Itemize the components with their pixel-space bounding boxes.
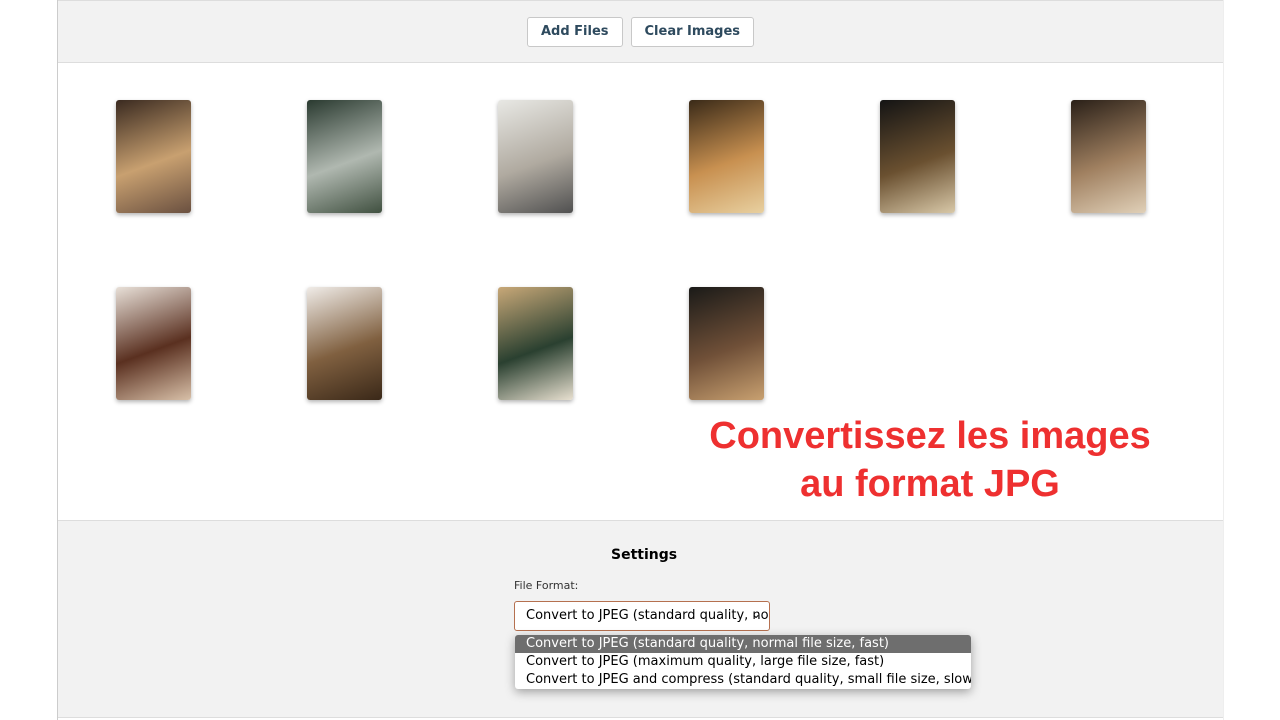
file-format-select[interactable]: Convert to JPEG (standard quality, norma… [514, 601, 770, 631]
image-thumbnail-drink-board[interactable] [689, 100, 764, 213]
image-thumbnail-glass-tray[interactable] [307, 100, 382, 213]
image-thumbnail-cafe-chairs[interactable] [1071, 100, 1146, 213]
caption-line-1: Convertissez les images [709, 415, 1151, 457]
selected-value: Convert to JPEG (standard quality, norma… [526, 608, 769, 623]
overlay-caption: Convertissez les images au format JPG [640, 412, 1220, 508]
image-thumbnail-cake-plate[interactable] [498, 287, 573, 400]
image-thumbnail-pastry-counter[interactable] [307, 287, 382, 400]
add-files-button[interactable]: Add Files [526, 16, 623, 47]
image-thumbnail-coffee-tiles[interactable] [498, 100, 573, 213]
toolbar: Add Files Clear Images [58, 0, 1223, 63]
option-maximum[interactable]: Convert to JPEG (maximum quality, large … [515, 653, 971, 671]
converter-page: Add Files Clear Images Settings File For… [57, 0, 1224, 720]
option-compress[interactable]: Convert to JPEG and compress (standard q… [515, 671, 971, 689]
chevron-down-icon: ⌄ [750, 607, 761, 621]
settings-panel: Settings File Format: Convert to JPEG (s… [58, 520, 1223, 718]
file-format-label: File Format: [514, 579, 579, 592]
image-thumbnail-glasses-table[interactable] [689, 287, 764, 400]
clear-images-button[interactable]: Clear Images [630, 16, 755, 47]
option-standard[interactable]: Convert to JPEG (standard quality, norma… [515, 635, 971, 653]
caption-line-2: au format JPG [800, 463, 1060, 505]
file-format-dropdown: Convert to JPEG (standard quality, norma… [515, 635, 971, 689]
image-thumbnail-wine-shelf[interactable] [116, 100, 191, 213]
image-thumbnail-donut[interactable] [116, 287, 191, 400]
image-thumbnail-latte-croissant[interactable] [880, 100, 955, 213]
settings-title: Settings [611, 547, 678, 563]
